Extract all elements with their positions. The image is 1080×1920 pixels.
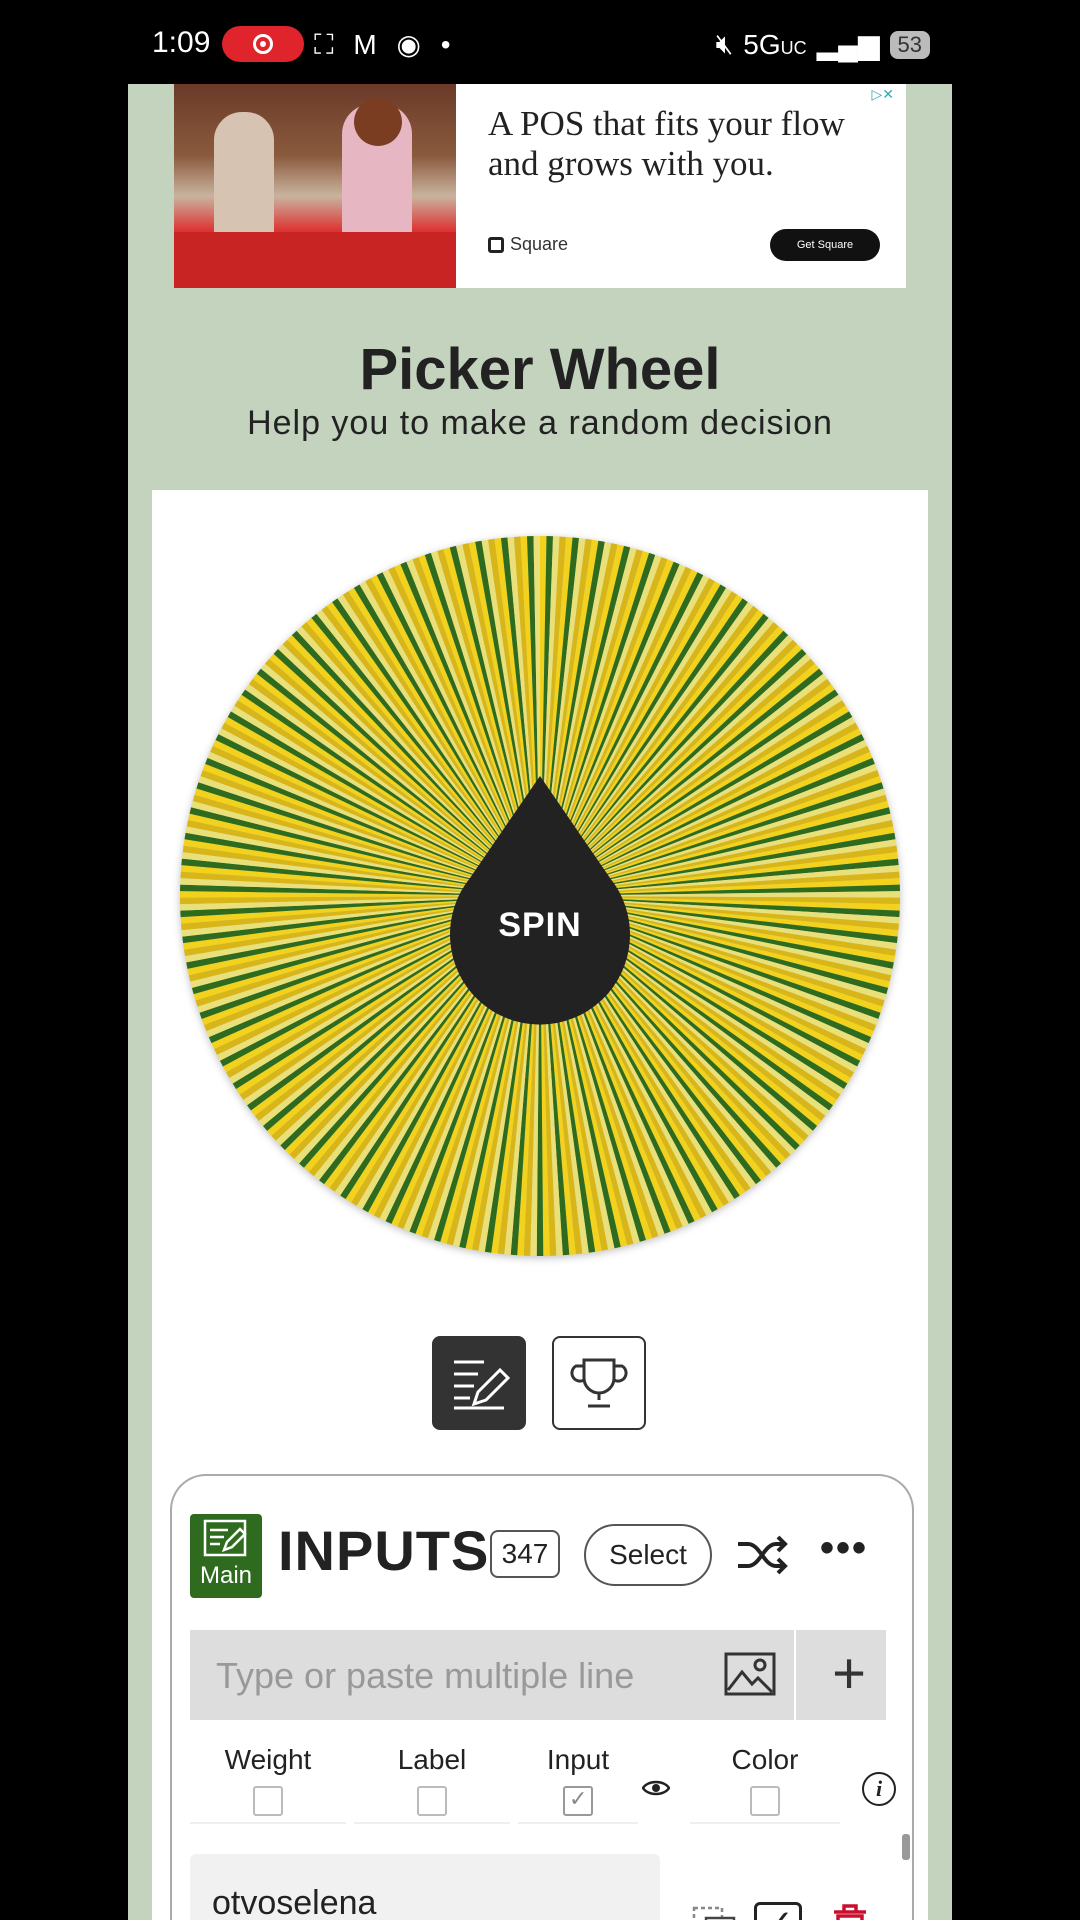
select-button[interactable]: Select xyxy=(584,1524,712,1586)
spin-button[interactable]: SPIN xyxy=(450,766,630,1026)
battery-icon: 53 xyxy=(889,30,930,59)
ad-cta-button[interactable]: Get Square xyxy=(770,229,880,261)
edit-list-icon xyxy=(454,1360,511,1410)
ad-choices-icon[interactable]: ▷✕ xyxy=(872,86,895,103)
edit-mode-button[interactable] xyxy=(432,1336,526,1430)
info-icon[interactable]: i xyxy=(862,1772,896,1806)
wheel-card: SPIN Main INPUTS 347 Select ••• Type or … xyxy=(152,490,928,1920)
pointer-icon xyxy=(450,776,630,1025)
ad-headline: A POS that fits your flow and grows with… xyxy=(488,104,845,183)
status-bar: 1:09 ⛶ M ◉ • 🔇︎ 5GUC ▂▄▆ 53 xyxy=(0,0,1080,84)
signal-icon: ▂▄▆ xyxy=(816,29,880,60)
delete-icon[interactable] xyxy=(830,1902,870,1920)
color-checkbox[interactable] xyxy=(750,1786,780,1816)
image-icon[interactable] xyxy=(724,1652,776,1696)
eye-icon[interactable] xyxy=(642,1778,670,1798)
notification-icons: ⛶ M ◉ • xyxy=(314,29,457,60)
network-label: 5GUC xyxy=(743,28,807,60)
column-label[interactable]: Label xyxy=(354,1738,510,1824)
add-entry-row: + xyxy=(190,1630,886,1720)
page-title: Picker Wheel xyxy=(359,337,721,402)
trophy-icon xyxy=(570,1358,628,1408)
shuffle-icon[interactable] xyxy=(734,1530,790,1580)
label-checkbox[interactable] xyxy=(417,1786,447,1816)
add-entry-button[interactable]: + xyxy=(812,1634,886,1714)
add-entry-input[interactable] xyxy=(214,1650,698,1702)
page-subtitle: Help you to make a random decision xyxy=(247,404,833,442)
entry-text: otvoselena xyxy=(212,1884,377,1920)
status-time: 1:09 xyxy=(152,26,211,59)
edit-list-icon xyxy=(203,1519,247,1557)
entry-enable-checkbox[interactable] xyxy=(754,1902,802,1920)
entry-row: otvoselena xyxy=(190,1850,906,1920)
inputs-panel: Main INPUTS 347 Select ••• + xyxy=(170,1474,914,1920)
ad-image xyxy=(174,84,456,288)
column-options: Weight Label Input Color xyxy=(190,1738,906,1828)
main-list-badge[interactable]: Main xyxy=(190,1514,262,1598)
inputs-scrollbar[interactable] xyxy=(902,1834,910,1860)
column-weight[interactable]: Weight xyxy=(190,1738,346,1824)
mute-icon: 🔇︎ xyxy=(715,28,734,59)
inputs-count: 347 xyxy=(490,1530,560,1578)
square-logo-icon xyxy=(488,236,504,253)
duplicate-icon[interactable] xyxy=(692,1906,738,1920)
results-mode-button[interactable] xyxy=(552,1336,646,1430)
spin-label: SPIN xyxy=(498,906,582,944)
column-color[interactable]: Color xyxy=(690,1738,840,1824)
picker-wheel[interactable]: SPIN xyxy=(178,534,902,1258)
weight-checkbox[interactable] xyxy=(253,1786,283,1816)
main-badge-label: Main xyxy=(199,1562,253,1589)
input-checkbox[interactable] xyxy=(563,1786,593,1816)
status-right: 🔇︎ 5GUC ▂▄▆ 53 xyxy=(716,28,930,61)
inputs-title: INPUTS xyxy=(278,1519,490,1582)
entry-field[interactable]: otvoselena xyxy=(190,1854,660,1920)
ad-brand: Square xyxy=(488,234,568,255)
ad-banner[interactable]: ▷✕ A POS that fits your flow and grows w… xyxy=(174,84,906,288)
page: ▷✕ A POS that fits your flow and grows w… xyxy=(128,84,952,1920)
screen-record-icon[interactable] xyxy=(222,26,304,62)
column-input[interactable]: Input xyxy=(518,1738,638,1824)
more-options-button[interactable]: ••• xyxy=(820,1526,868,1571)
